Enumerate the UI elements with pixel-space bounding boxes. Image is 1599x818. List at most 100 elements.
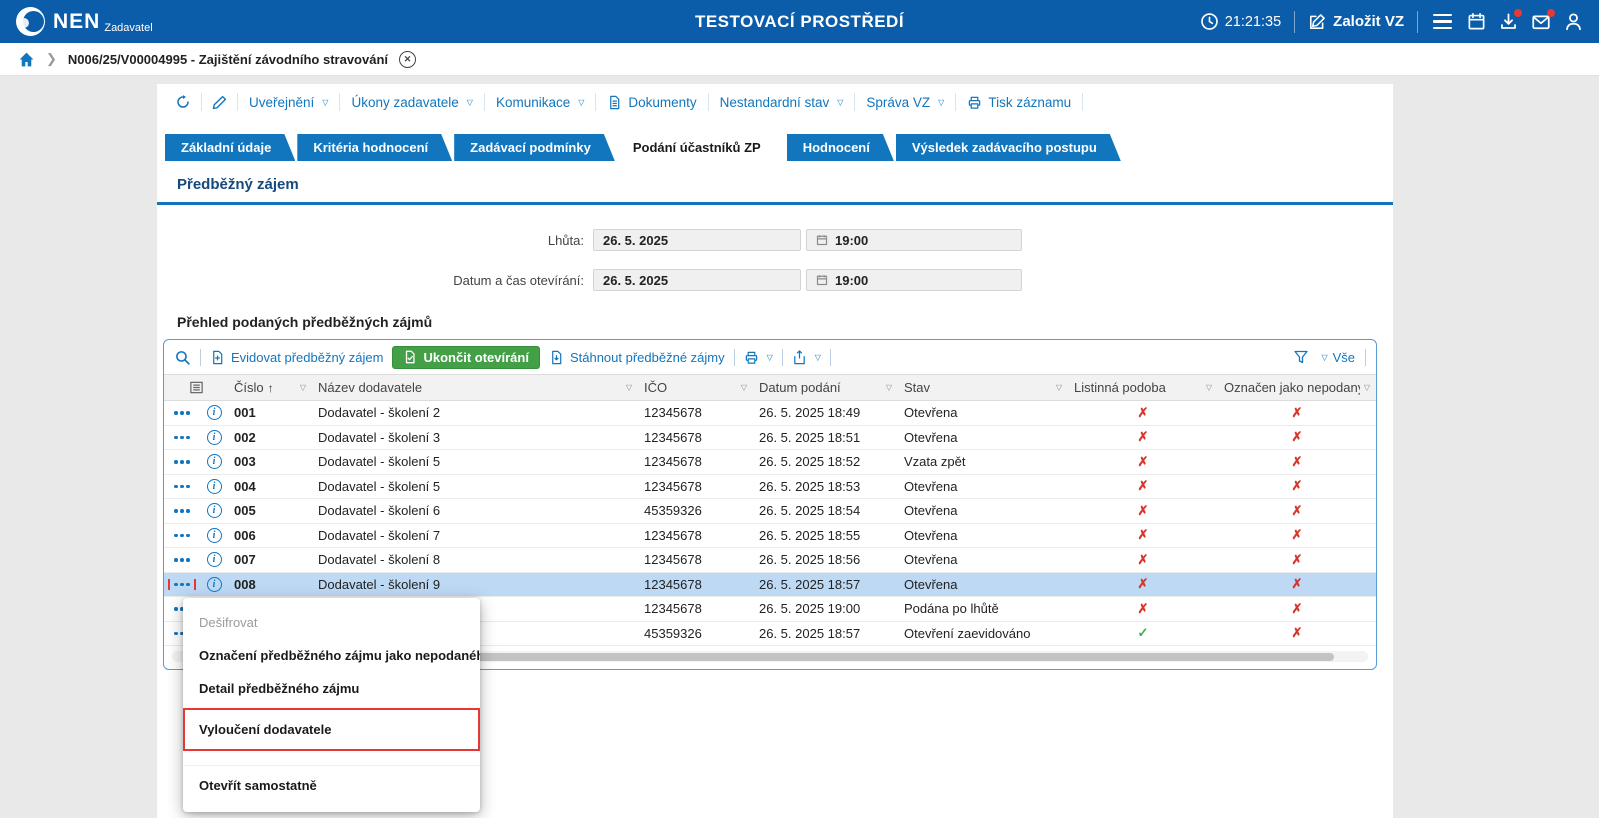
row-menu-button[interactable]	[171, 407, 193, 419]
info-icon[interactable]: i	[207, 454, 222, 469]
print-table-button[interactable]: ▽	[744, 350, 773, 365]
calendar-small-icon	[816, 234, 828, 246]
column-header[interactable]: Datum podání ▽	[753, 375, 898, 400]
evidovat-label: Evidovat předběžný zájem	[231, 350, 383, 365]
form-row-lhuta: Lhůta: 26. 5. 2025 19:00	[157, 229, 1393, 251]
cell-ico: 12345678	[638, 552, 753, 567]
column-filter-caret-icon[interactable]: ▽	[626, 383, 632, 392]
menu-item-vylouceni-dodavatele[interactable]: Vyloučení dodavatele	[183, 708, 480, 751]
table-row[interactable]: i 005 Dodavatel - školení 6 45359326 26.…	[164, 499, 1376, 524]
tab[interactable]: Kritéria hodnocení	[297, 134, 452, 161]
stahnout-button[interactable]: Stáhnout předběžné zájmy	[549, 350, 725, 365]
record-toolbar: Uveřejnění▽ Úkony zadavatele▽ Komunikace…	[157, 84, 1393, 118]
info-icon[interactable]: i	[207, 479, 222, 494]
lhuta-time-field[interactable]: 19:00	[806, 229, 1022, 251]
otevirani-date-field[interactable]: 26. 5. 2025	[593, 269, 801, 291]
table-row[interactable]: i 004 Dodavatel - školení 5 12345678 26.…	[164, 475, 1376, 500]
toolbar-item-ukony-zadavatele[interactable]: Úkony zadavatele▽	[340, 93, 484, 111]
column-label: Datum podání	[759, 380, 841, 395]
table-row[interactable]: i 007 Dodavatel - školení 8 12345678 26.…	[164, 548, 1376, 573]
column-filter-caret-icon[interactable]: ▽	[741, 383, 747, 392]
menu-item-otevrit-samostatne[interactable]: Otevřít samostatně	[183, 765, 480, 802]
column-header[interactable]: Označen jako nepodaný ▽	[1218, 375, 1376, 400]
environment-title: TESTOVACÍ PROSTŘEDÍ	[695, 12, 904, 32]
filter-funnel-icon[interactable]	[1293, 349, 1309, 365]
calendar-icon[interactable]	[1467, 12, 1486, 31]
toolbar-item-komunikace[interactable]: Komunikace▽	[485, 93, 596, 111]
info-icon[interactable]: i	[207, 577, 222, 592]
column-header[interactable]: Číslo ↑ ▽	[228, 375, 312, 400]
column-filter-caret-icon[interactable]: ▽	[1364, 383, 1370, 392]
export-button[interactable]: ▽	[792, 350, 821, 365]
cell-datum-podani: 26. 5. 2025 18:52	[753, 454, 898, 469]
tab[interactable]: Výsledek zadávacího postupu	[896, 134, 1121, 161]
row-menu-button[interactable]	[171, 554, 193, 566]
column-settings-button[interactable]	[164, 375, 228, 400]
toolbar-item-nestandardni-stav[interactable]: Nestandardní stav▽	[709, 93, 856, 111]
chevron-down-icon: ▽	[467, 98, 473, 107]
lhuta-date-field[interactable]: 26. 5. 2025	[593, 229, 801, 251]
info-icon[interactable]: i	[207, 503, 222, 518]
info-icon[interactable]: i	[207, 405, 222, 420]
downloads-icon[interactable]	[1499, 12, 1518, 31]
nen-logo-icon	[16, 7, 45, 36]
edit-pencil-button[interactable]	[202, 93, 238, 111]
table-row[interactable]: i 003 Dodavatel - školení 5 12345678 26.…	[164, 450, 1376, 475]
column-filter-caret-icon[interactable]: ▽	[1056, 383, 1062, 392]
toolbar-label: Komunikace	[496, 95, 570, 110]
toolbar-item-tisk-zaznamu[interactable]: Tisk záznamu	[956, 93, 1083, 111]
table-row[interactable]: i 001 Dodavatel - školení 2 12345678 26.…	[164, 401, 1376, 426]
tab[interactable]: Základní údaje	[165, 134, 295, 161]
toolbar-item-dokumenty[interactable]: Dokumenty	[596, 93, 708, 111]
row-menu-button[interactable]	[171, 505, 193, 517]
menu-item-detail[interactable]: Detail předběžného zájmu	[183, 672, 480, 705]
info-icon[interactable]: i	[207, 430, 222, 445]
evidovat-button[interactable]: Evidovat předběžný zájem	[210, 350, 383, 365]
oznacen-nepodany-mark	[1292, 527, 1303, 543]
create-vz-button[interactable]: Založit VZ	[1308, 13, 1404, 31]
row-menu-button[interactable]	[171, 456, 193, 468]
menu-hamburger-icon[interactable]	[1431, 12, 1454, 32]
close-record-icon[interactable]: ✕	[399, 51, 416, 68]
ukoncit-oteviranie-button[interactable]: Ukončit otevírání	[392, 346, 539, 369]
table-row[interactable]: i 008 Dodavatel - školení 9 12345678 26.…	[164, 573, 1376, 598]
column-header[interactable]: Stav ▽	[898, 375, 1068, 400]
separator	[1365, 349, 1366, 366]
column-filter-caret-icon[interactable]: ▽	[1206, 383, 1212, 392]
column-filter-caret-icon[interactable]: ▽	[300, 383, 306, 392]
toolbar-item-uverejneni[interactable]: Uveřejnění▽	[238, 93, 340, 111]
cell-stav: Otevřena	[898, 430, 1068, 445]
cell-stav: Otevřena	[898, 503, 1068, 518]
row-context-menu: Dešifrovat Označení předběžného zájmu ja…	[183, 598, 480, 812]
column-filter-caret-icon[interactable]: ▽	[886, 383, 892, 392]
row-menu-button[interactable]	[171, 579, 193, 591]
filter-preset-dropdown[interactable]: ▽ Vše	[1319, 350, 1355, 365]
tab[interactable]: Podání účastníků ZP	[617, 134, 785, 161]
info-icon[interactable]: i	[207, 528, 222, 543]
row-menu-button[interactable]	[171, 481, 193, 493]
column-header[interactable]: Listinná podoba ▽	[1068, 375, 1218, 400]
search-icon[interactable]	[174, 349, 191, 366]
row-menu-button[interactable]	[171, 432, 193, 444]
otevirani-time-field[interactable]: 19:00	[806, 269, 1022, 291]
lhuta-date-value: 26. 5. 2025	[603, 233, 668, 248]
table-row[interactable]: i 006 Dodavatel - školení 7 12345678 26.…	[164, 524, 1376, 549]
toolbar-item-sprava-vz[interactable]: Správa VZ▽	[855, 93, 956, 111]
cell-ico: 12345678	[638, 430, 753, 445]
chevron-down-icon: ▽	[767, 353, 773, 362]
menu-item-oznaceni-nepodaneho[interactable]: Označení předběžného zájmu jako nepodané…	[183, 639, 480, 672]
tab[interactable]: Hodnocení	[787, 134, 894, 161]
chevron-down-icon: ▽	[938, 98, 944, 107]
column-header[interactable]: Název dodavatele ▽	[312, 375, 638, 400]
home-icon[interactable]	[18, 51, 35, 68]
info-icon[interactable]: i	[207, 552, 222, 567]
table-row[interactable]: i 002 Dodavatel - školení 3 12345678 26.…	[164, 426, 1376, 451]
mail-icon[interactable]	[1531, 12, 1551, 32]
row-menu-button[interactable]	[171, 530, 193, 542]
user-profile-icon[interactable]	[1564, 12, 1583, 31]
cell-nazev-dodavatele: Dodavatel - školení 7	[312, 528, 638, 543]
column-header[interactable]: IČO ▽	[638, 375, 753, 400]
history-button[interactable]	[165, 93, 202, 111]
nen-logo[interactable]: NEN Zadavatel	[16, 7, 153, 36]
tab[interactable]: Zadávací podmínky	[454, 134, 615, 161]
